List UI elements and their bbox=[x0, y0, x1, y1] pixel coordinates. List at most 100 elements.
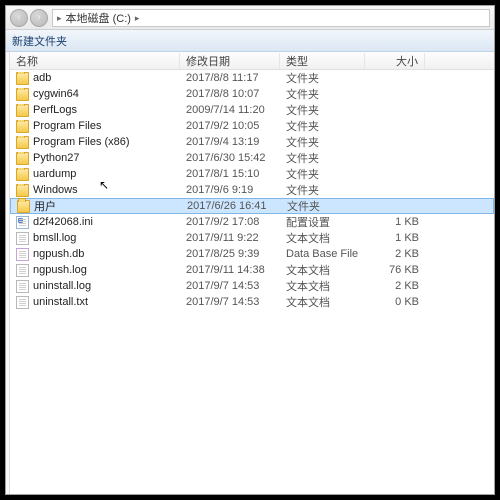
table-row[interactable]: 用户2017/6/26 16:41文件夹 bbox=[10, 198, 494, 214]
address-bar: ‹ › 本地磁盘 (C:) bbox=[6, 6, 494, 30]
table-row[interactable]: uninstall.txt2017/9/7 14:53文本文档0 KB bbox=[10, 294, 494, 310]
cell-name: ngpush.db bbox=[10, 248, 180, 261]
table-row[interactable]: ngpush.log2017/9/11 14:38文本文档76 KB bbox=[10, 262, 494, 278]
file-icon bbox=[16, 280, 29, 293]
table-row[interactable]: uninstall.log 2017/9/7 14:53文本文档2 KB bbox=[10, 278, 494, 294]
table-row[interactable]: Program Files (x86) 2017/9/4 13:19文件夹 bbox=[10, 134, 494, 150]
file-name: bmsll.log bbox=[33, 232, 76, 244]
cell-name: Python27 bbox=[10, 152, 180, 165]
folder-icon bbox=[16, 136, 29, 149]
cell-date: 2017/6/26 16:41 bbox=[181, 200, 281, 212]
cell-date: 2017/9/7 14:53 bbox=[180, 296, 280, 308]
cell-type: 文本文档 bbox=[280, 278, 365, 294]
cell-type: 文件夹 bbox=[280, 182, 365, 198]
table-row[interactable]: Python27 2017/6/30 15:42文件夹 bbox=[10, 150, 494, 166]
cell-size: 2 KB bbox=[365, 248, 425, 260]
arrow-right-icon: › bbox=[37, 12, 40, 23]
cell-type: 文件夹 bbox=[280, 150, 365, 166]
file-name: uninstall.log bbox=[33, 280, 91, 292]
cell-size: 1 KB bbox=[365, 232, 425, 244]
arrow-left-icon: ‹ bbox=[17, 12, 20, 23]
cell-type: 文件夹 bbox=[280, 86, 365, 102]
file-name: cygwin64 bbox=[33, 88, 79, 100]
folder-icon bbox=[16, 168, 29, 181]
cell-type: 文本文档 bbox=[280, 230, 365, 246]
folder-icon bbox=[16, 72, 29, 85]
cell-name: d2f42068.ini bbox=[10, 216, 180, 229]
file-name: ngpush.log bbox=[33, 264, 87, 276]
file-name: 用户 bbox=[34, 198, 56, 214]
cell-type: 文件夹 bbox=[280, 166, 365, 182]
ini-icon bbox=[16, 216, 29, 229]
breadcrumb[interactable]: 本地磁盘 (C:) bbox=[52, 9, 490, 27]
table-row[interactable]: bmsll.log 2017/9/11 9:22文本文档1 KB bbox=[10, 230, 494, 246]
file-name: Program Files bbox=[33, 120, 101, 132]
cell-date: 2017/6/30 15:42 bbox=[180, 152, 280, 164]
file-list[interactable]: 名称 修改日期 类型 大小 adb2017/8/8 11:17文件夹cygwin… bbox=[10, 52, 494, 494]
folder-icon bbox=[16, 184, 29, 197]
toolbar: 新建文件夹 bbox=[6, 30, 494, 52]
cell-type: 配置设置 bbox=[280, 214, 365, 230]
table-row[interactable]: d2f42068.ini2017/9/2 17:08配置设置1 KB bbox=[10, 214, 494, 230]
cell-size: 0 KB bbox=[365, 296, 425, 308]
folder-icon bbox=[16, 120, 29, 133]
cell-date: 2017/8/8 11:17 bbox=[180, 72, 280, 84]
col-type[interactable]: 类型 bbox=[280, 53, 365, 69]
file-name: Program Files (x86) bbox=[33, 136, 130, 148]
folder-icon bbox=[17, 200, 30, 213]
cell-type: 文件夹 bbox=[280, 134, 365, 150]
file-name: PerfLogs bbox=[33, 104, 77, 116]
table-row[interactable]: uardump 2017/8/1 15:10文件夹 bbox=[10, 166, 494, 182]
cell-type: 文件夹 bbox=[280, 70, 365, 86]
forward-button[interactable]: › bbox=[30, 9, 48, 27]
cell-type: Data Base File bbox=[280, 248, 365, 260]
nav-buttons: ‹ › bbox=[10, 9, 48, 27]
cell-name: uninstall.log bbox=[10, 280, 180, 293]
cell-name: uardump bbox=[10, 168, 180, 181]
cell-date: 2017/8/25 9:39 bbox=[180, 248, 280, 260]
cell-size: 1 KB bbox=[365, 216, 425, 228]
new-folder-button[interactable]: 新建文件夹 bbox=[12, 33, 67, 49]
cell-name: Program Files bbox=[10, 120, 180, 133]
cell-date: 2017/9/2 17:08 bbox=[180, 216, 280, 228]
file-name: uardump bbox=[33, 168, 76, 180]
col-name[interactable]: 名称 bbox=[10, 53, 180, 69]
file-name: Python27 bbox=[33, 152, 79, 164]
cell-date: 2017/9/7 14:53 bbox=[180, 280, 280, 292]
chevron-right-icon bbox=[57, 12, 62, 24]
file-name: Windows bbox=[33, 184, 78, 196]
cell-date: 2017/9/4 13:19 bbox=[180, 136, 280, 148]
cell-name: cygwin64 bbox=[10, 88, 180, 101]
cell-type: 文本文档 bbox=[280, 294, 365, 310]
table-row[interactable]: adb 2017/8/8 11:17文件夹 bbox=[10, 70, 494, 86]
content-area: 名称 修改日期 类型 大小 adb2017/8/8 11:17文件夹cygwin… bbox=[6, 52, 494, 494]
cell-name: uninstall.txt bbox=[10, 296, 180, 309]
file-icon bbox=[16, 232, 29, 245]
cell-date: 2017/8/1 15:10 bbox=[180, 168, 280, 180]
cell-name: bmsll.log bbox=[10, 232, 180, 245]
table-row[interactable]: cygwin64 2017/8/8 10:07文件夹 bbox=[10, 86, 494, 102]
col-date[interactable]: 修改日期 bbox=[180, 53, 280, 69]
cell-type: 文件夹 bbox=[280, 102, 365, 118]
cell-name: adb bbox=[10, 72, 180, 85]
file-name: adb bbox=[33, 72, 51, 84]
cell-name: Windows bbox=[10, 184, 180, 197]
cell-size: 2 KB bbox=[365, 280, 425, 292]
cell-size: 76 KB bbox=[365, 264, 425, 276]
table-row[interactable]: PerfLogs2009/7/14 11:20文件夹 bbox=[10, 102, 494, 118]
cell-name: Program Files (x86) bbox=[10, 136, 180, 149]
db-icon bbox=[16, 248, 29, 261]
table-row[interactable]: Program Files2017/9/2 10:05文件夹 bbox=[10, 118, 494, 134]
file-name: ngpush.db bbox=[33, 248, 84, 260]
rows-container: adb2017/8/8 11:17文件夹cygwin642017/8/8 10:… bbox=[10, 70, 494, 310]
col-size[interactable]: 大小 bbox=[365, 53, 425, 69]
cell-date: 2017/9/2 10:05 bbox=[180, 120, 280, 132]
cell-date: 2017/9/11 9:22 bbox=[180, 232, 280, 244]
explorer-window: ‹ › 本地磁盘 (C:) 新建文件夹 名称 修改日期 类型 大小 adb 201… bbox=[5, 5, 495, 495]
table-row[interactable]: Windows 2017/9/6 9:19文件夹 bbox=[10, 182, 494, 198]
cell-date: 2017/9/6 9:19 bbox=[180, 184, 280, 196]
table-row[interactable]: ngpush.db 2017/8/25 9:39Data Base File2 K… bbox=[10, 246, 494, 262]
breadcrumb-drive[interactable]: 本地磁盘 (C:) bbox=[66, 10, 131, 26]
cell-date: 2017/8/8 10:07 bbox=[180, 88, 280, 100]
back-button[interactable]: ‹ bbox=[10, 9, 28, 27]
